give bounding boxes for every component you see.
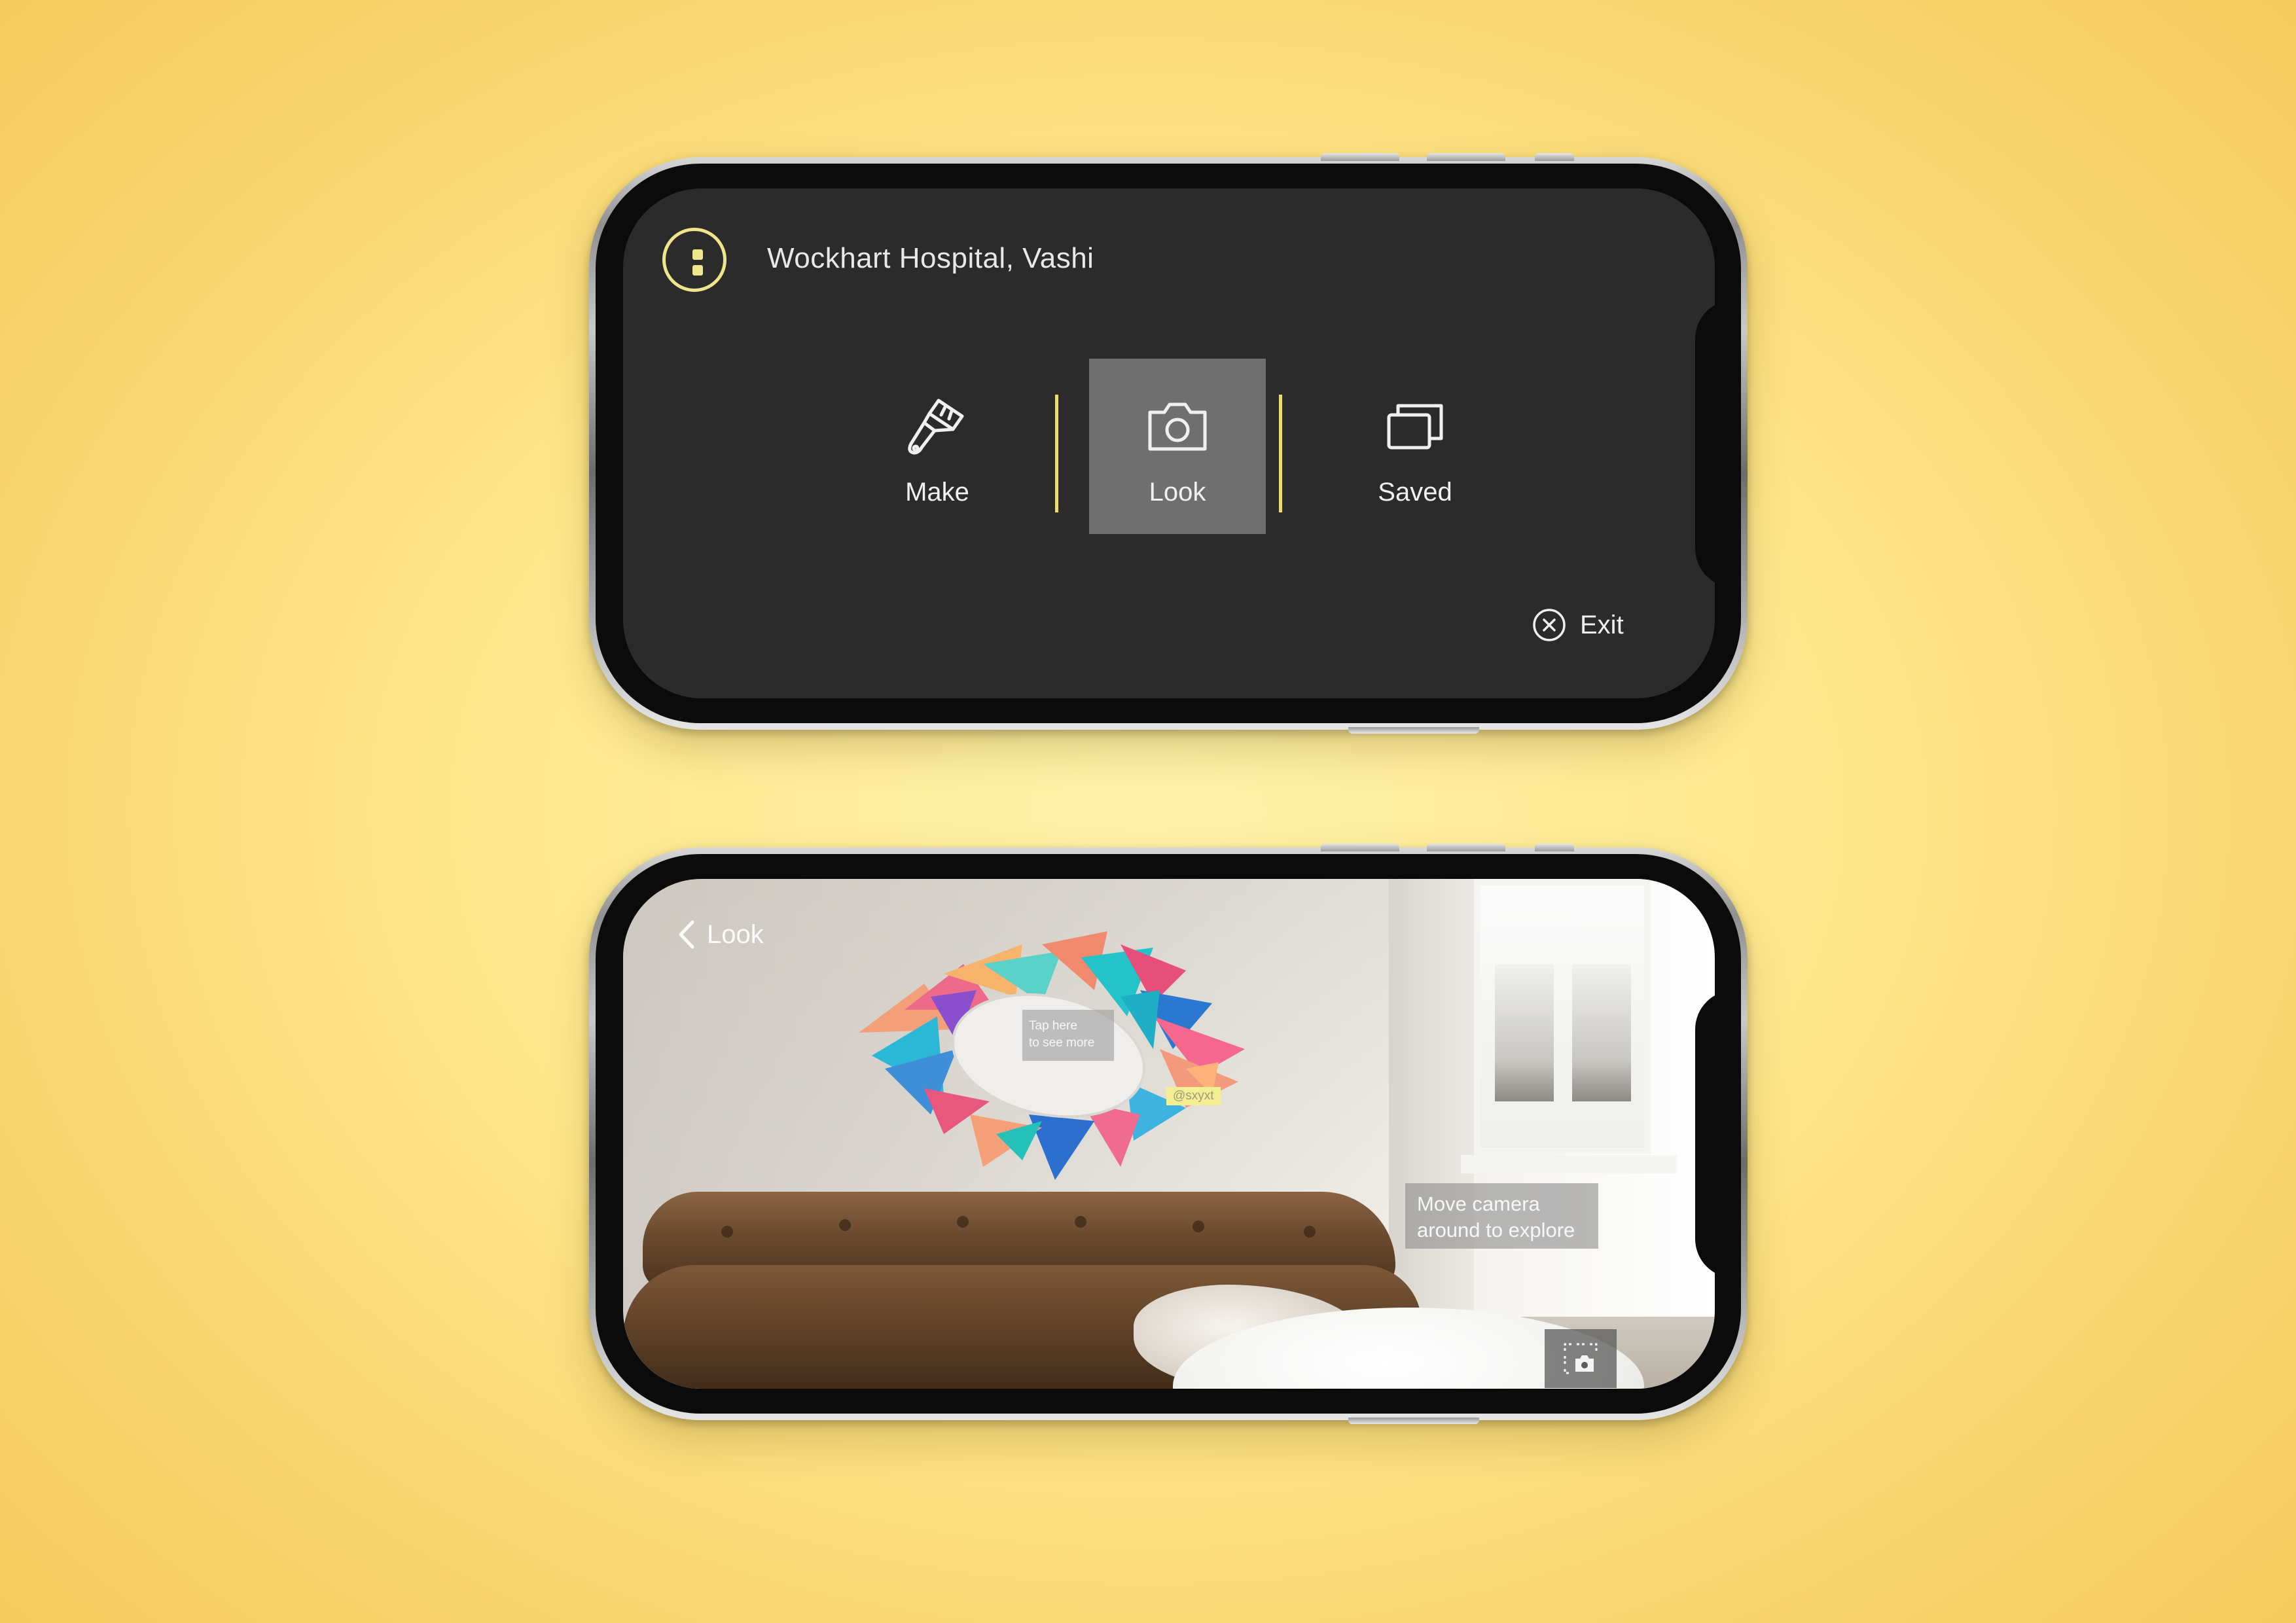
side-button xyxy=(1535,844,1574,851)
ar-camera-screen[interactable]: Tap here to see more @sxyxt Look Move ca… xyxy=(623,879,1715,1389)
side-button xyxy=(1427,153,1505,161)
phone-notch xyxy=(1695,990,1741,1278)
explore-hint: Move camera around to explore xyxy=(1405,1183,1598,1249)
stacked-cards-icon xyxy=(1387,404,1443,450)
phone-menu-view: Wockhart Hospital, Vashi Make Look Saved… xyxy=(589,153,1748,734)
tab-saved-label: Saved xyxy=(1378,478,1452,507)
phone-notch xyxy=(1695,299,1741,588)
capture-button[interactable] xyxy=(1545,1329,1617,1388)
sofa-tuft xyxy=(1075,1216,1086,1228)
room-window xyxy=(1461,879,1677,1173)
tab-look-label: Look xyxy=(1149,478,1206,507)
sofa-tuft xyxy=(1193,1221,1204,1232)
location-title: Wockhart Hospital, Vashi xyxy=(767,242,1094,274)
artist-handle-tag[interactable]: @sxyxt xyxy=(1166,1087,1221,1105)
sofa-tuft xyxy=(957,1216,969,1228)
phone-bezel: Wockhart Hospital, Vashi Make Look Saved… xyxy=(596,164,1741,723)
capture-frame-camera-icon xyxy=(1564,1343,1598,1374)
sofa-tuft xyxy=(1304,1226,1316,1238)
tab-divider xyxy=(1279,395,1282,512)
phone-ar-view: Tap here to see more @sxyxt Look Move ca… xyxy=(589,844,1748,1424)
tab-make-label: Make xyxy=(905,478,969,507)
tab-look[interactable]: Look xyxy=(1089,359,1266,534)
side-button xyxy=(1321,844,1399,851)
tab-saved[interactable]: Saved xyxy=(1327,359,1503,534)
tab-divider xyxy=(1055,395,1058,512)
side-button xyxy=(1348,1418,1479,1424)
side-button xyxy=(1535,153,1574,161)
tab-make[interactable]: Make xyxy=(849,359,1026,534)
sofa-tuft xyxy=(721,1226,733,1238)
side-button xyxy=(1427,844,1505,851)
menu-screen: Wockhart Hospital, Vashi Make Look Saved… xyxy=(623,188,1715,698)
camera-icon xyxy=(1148,402,1207,451)
back-button[interactable]: Look xyxy=(675,918,764,951)
chevron-left-icon xyxy=(679,920,694,949)
side-button xyxy=(1321,153,1399,161)
sofa-tuft xyxy=(839,1219,851,1231)
close-circle-icon xyxy=(1533,609,1566,641)
more-vertical-icon[interactable] xyxy=(662,228,726,292)
paintbrush-icon xyxy=(908,399,964,455)
phone-bezel: Tap here to see more @sxyxt Look Move ca… xyxy=(596,854,1741,1414)
artwork-tooltip[interactable]: Tap here to see more xyxy=(1022,1010,1114,1061)
back-label: Look xyxy=(707,919,764,949)
side-button xyxy=(1348,727,1479,734)
exit-button[interactable]: Exit xyxy=(1532,607,1624,643)
exit-label: Exit xyxy=(1580,610,1624,639)
